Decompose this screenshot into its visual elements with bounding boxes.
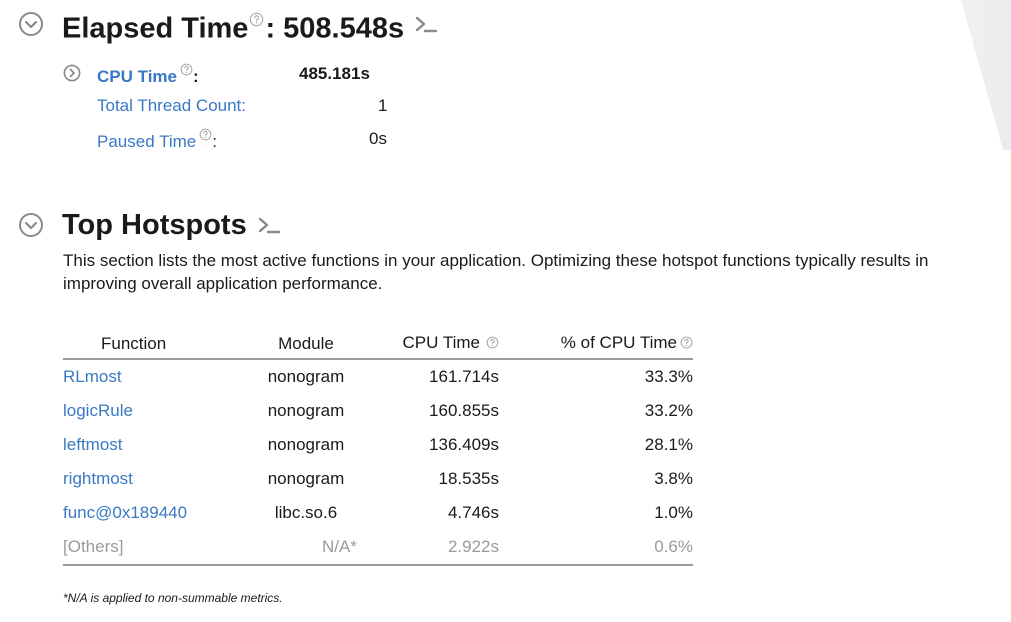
help-icon[interactable] — [680, 334, 693, 354]
decorative-corner-shape — [961, 0, 1011, 150]
hotspots-table: Function Module CPU Time % of CPU Time R… — [63, 329, 693, 566]
command-line-icon[interactable] — [257, 214, 281, 236]
cpu-time-cell: 4.746s — [447, 503, 499, 522]
metric-row-cpu-time: CPU Time: 485.181s — [63, 61, 463, 87]
metric-row-paused-time: Paused Time: 0s — [97, 126, 437, 152]
cpu-time-value: 485.181s — [299, 64, 370, 83]
expand-chevron-icon[interactable] — [63, 64, 83, 84]
module-cell: libc.so.6 — [274, 503, 338, 522]
module-cell: nonogram — [267, 367, 345, 386]
metric-row-thread-count: Total Thread Count: 1 — [97, 93, 437, 119]
table-header-row: Function Module CPU Time % of CPU Time — [63, 329, 693, 360]
elapsed-time-value: : 508.548s — [265, 12, 405, 45]
cpu-time-cell: 160.855s — [429, 401, 499, 420]
function-link[interactable]: func@0x189440 — [63, 496, 243, 530]
module-cell: N/A* — [243, 530, 369, 566]
hotspots-description: This section lists the most active funct… — [63, 251, 929, 293]
table-row: rightmost nonogram 18.535s 3.8% — [63, 462, 693, 496]
thread-count-value: 1 — [378, 96, 388, 115]
help-icon[interactable] — [199, 126, 212, 146]
table-row: leftmost nonogram 136.409s 28.1% — [63, 428, 693, 462]
collapse-chevron-icon[interactable] — [14, 208, 48, 242]
function-link[interactable]: rightmost — [63, 462, 243, 496]
percent-cell: 33.2% — [644, 401, 693, 420]
others-cell: [Others] — [63, 530, 243, 566]
collapse-chevron-icon[interactable] — [14, 7, 48, 41]
paused-time-value: 0s — [369, 129, 387, 148]
cpu-time-cell: 18.535s — [438, 469, 500, 488]
thread-count-label[interactable]: Total Thread Count: — [97, 96, 246, 116]
command-line-icon[interactable] — [414, 13, 438, 35]
column-header-percent-cpu-time[interactable]: % of CPU Time — [505, 329, 693, 360]
footnote: *N/A is applied to non-summable metrics. — [63, 591, 283, 605]
column-header-function[interactable]: Function — [63, 329, 243, 360]
percent-cell: 33.3% — [644, 367, 693, 386]
cpu-time-cell: 136.409s — [429, 435, 499, 454]
function-link[interactable]: logicRule — [63, 394, 243, 428]
function-link[interactable]: RLmost — [63, 359, 243, 394]
elapsed-time-header: Elapsed Time : 508.548s — [14, 6, 438, 45]
cpu-time-cell: 161.714s — [429, 367, 499, 386]
module-cell: nonogram — [267, 401, 345, 420]
column-header-module[interactable]: Module — [243, 329, 369, 360]
top-hotspots-title: Top Hotspots — [62, 208, 247, 241]
cpu-time-cell: 2.922s — [369, 530, 505, 566]
module-cell: nonogram — [267, 469, 345, 488]
percent-cell: 28.1% — [644, 435, 693, 454]
column-header-cpu-time[interactable]: CPU Time — [369, 329, 505, 360]
percent-cell: 3.8% — [654, 469, 693, 488]
top-hotspots-header: Top Hotspots — [14, 207, 281, 243]
help-icon[interactable] — [180, 61, 193, 81]
paused-time-label[interactable]: Paused Time: — [97, 126, 217, 152]
help-icon[interactable] — [249, 2, 264, 35]
percent-cell: 0.6% — [505, 530, 693, 566]
table-row: func@0x189440 libc.so.6 4.746s 1.0% — [63, 496, 693, 530]
table-row: RLmost nonogram 161.714s 33.3% — [63, 359, 693, 394]
table-row-others: [Others] N/A* 2.922s 0.6% — [63, 530, 693, 566]
cpu-time-label[interactable]: CPU Time: — [97, 61, 199, 87]
module-cell: nonogram — [267, 435, 345, 454]
elapsed-time-title: Elapsed Time : 508.548s — [62, 2, 404, 46]
percent-cell: 1.0% — [654, 503, 693, 522]
help-icon[interactable] — [486, 334, 499, 354]
function-link[interactable]: leftmost — [63, 428, 243, 462]
elapsed-time-label: Elapsed Time — [62, 12, 249, 45]
table-row: logicRule nonogram 160.855s 33.2% — [63, 394, 693, 428]
